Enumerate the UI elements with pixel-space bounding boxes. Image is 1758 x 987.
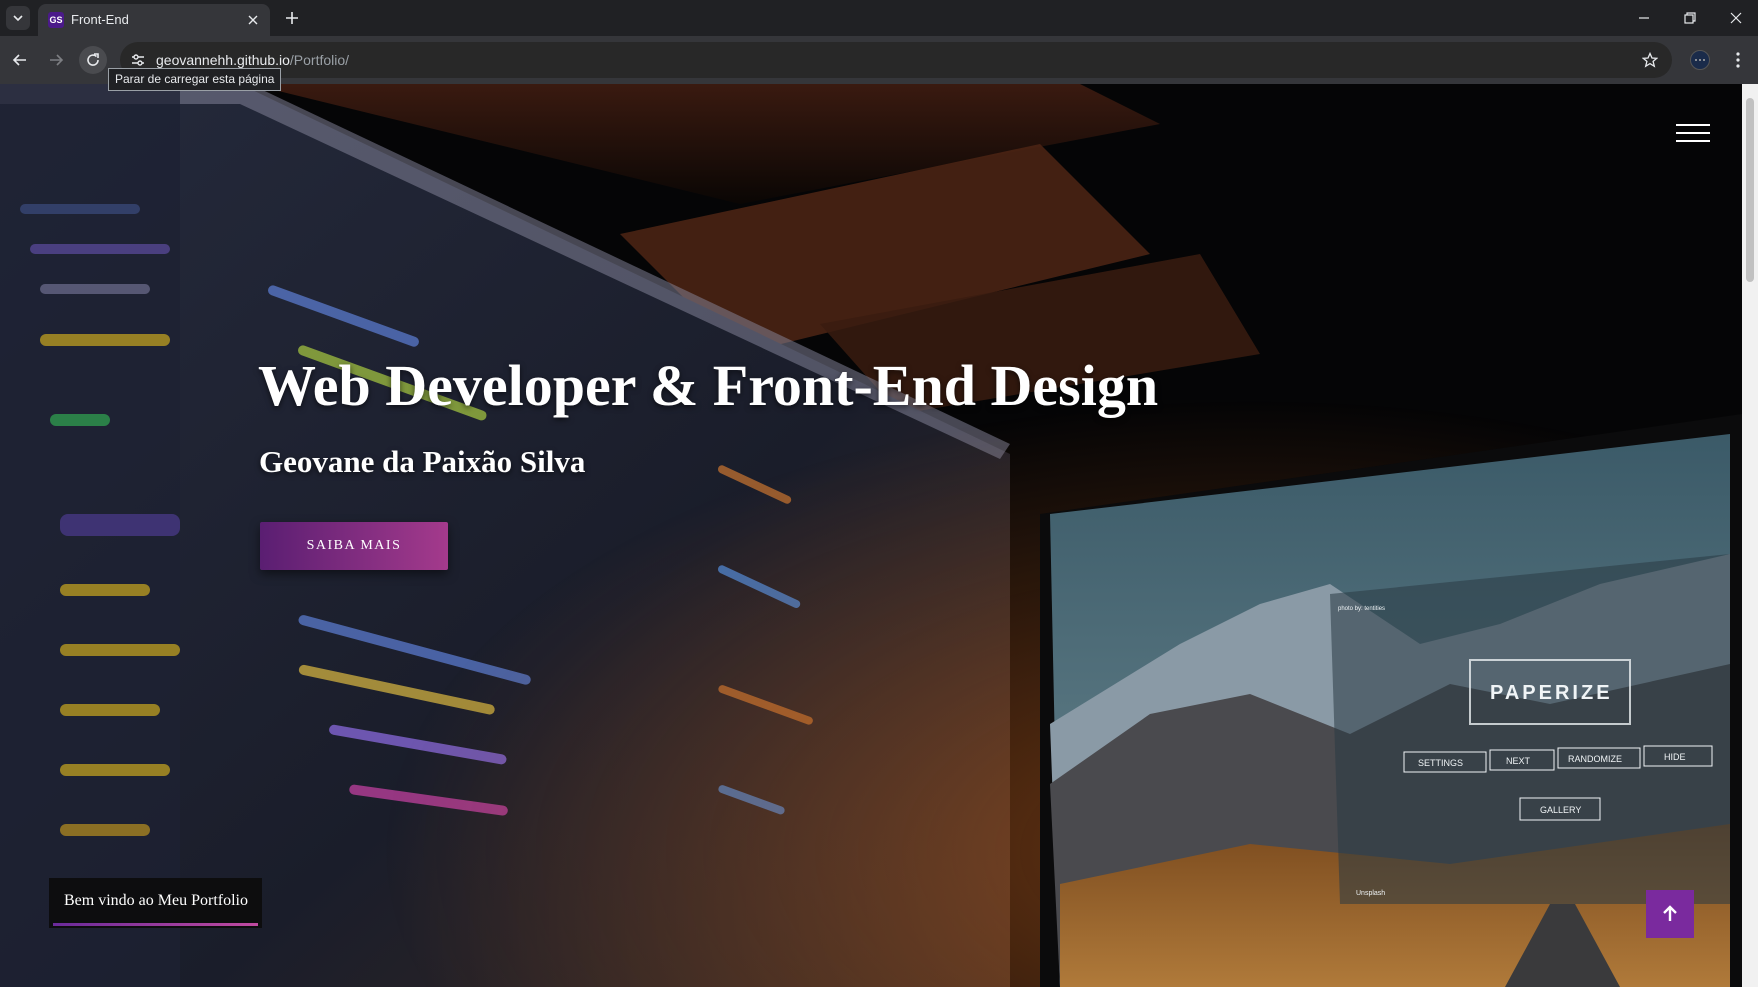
browser-menu-button[interactable]: [1726, 48, 1750, 72]
minimize-button[interactable]: [1622, 0, 1666, 36]
hamburger-line: [1676, 124, 1710, 126]
url-host: geovannehh.github.io: [156, 52, 290, 68]
scrollbar-thumb[interactable]: [1746, 98, 1754, 282]
hamburger-line: [1676, 132, 1710, 134]
minimize-icon: [1639, 17, 1649, 19]
ellipsis-icon: [1695, 59, 1705, 61]
chevron-down-icon: [13, 15, 23, 22]
reload-tooltip: Parar de carregar esta página: [108, 68, 282, 91]
hamburger-line: [1676, 140, 1710, 142]
star-icon: [1642, 52, 1658, 68]
page-scrollbar[interactable]: [1742, 84, 1758, 987]
reload-icon: [87, 53, 99, 66]
arrow-up-icon: [1663, 905, 1677, 921]
new-tab-button[interactable]: [280, 6, 304, 30]
arrow-left-icon: [12, 54, 26, 66]
hero-subtitle: Geovane da Paixão Silva: [259, 444, 586, 479]
welcome-banner: Bem vindo ao Meu Portfolio: [49, 878, 262, 928]
welcome-underline: [53, 923, 258, 926]
tab-title: Front-End: [71, 12, 129, 27]
site-favicon: GS: [48, 12, 64, 28]
bg-gallery-text: GALLERY: [1540, 805, 1581, 815]
url-text: geovannehh.github.io/Portfolio/: [156, 52, 349, 68]
address-bar[interactable]: geovannehh.github.io/Portfolio/: [120, 42, 1672, 78]
tab-search-button[interactable]: [6, 6, 30, 30]
tab-close-button[interactable]: [244, 11, 262, 29]
bg-unsplash-text: Unsplash: [1356, 890, 1385, 897]
arrow-right-icon: [50, 54, 64, 66]
browser-tab-bar: GS Front-End: [0, 0, 1758, 36]
bg-brand-text: PAPERIZE: [1490, 682, 1613, 704]
site-info-button[interactable]: [128, 50, 148, 70]
url-path: /Portfolio/: [289, 52, 350, 68]
bg-hide-text: HIDE: [1664, 752, 1686, 762]
saiba-mais-button[interactable]: SAIBA MAIS: [260, 522, 448, 570]
profile-avatar[interactable]: [1690, 50, 1710, 70]
hero-section: PAPERIZE SETTINGS NEXT RANDOMIZE HIDE GA…: [0, 84, 1742, 987]
bookmark-button[interactable]: [1640, 50, 1660, 70]
close-icon: [1730, 12, 1742, 24]
browser-tab-active[interactable]: GS Front-End: [38, 4, 270, 36]
bg-randomize-text: RANDOMIZE: [1568, 754, 1622, 764]
tune-icon: [132, 54, 144, 66]
plus-icon: [286, 12, 298, 24]
bg-next-text: NEXT: [1506, 756, 1531, 766]
hero-title: Web Developer & Front-End Design: [258, 353, 1159, 418]
kebab-menu-icon: [1736, 52, 1740, 68]
bg-settings-text: SETTINGS: [1418, 758, 1463, 768]
hamburger-menu-button[interactable]: [1676, 124, 1710, 148]
close-icon: [248, 15, 258, 25]
window-close-button[interactable]: [1714, 0, 1758, 36]
restore-button[interactable]: [1668, 0, 1712, 36]
reload-button[interactable]: [79, 46, 107, 74]
back-to-top-button[interactable]: [1646, 890, 1694, 938]
welcome-text: Bem vindo ao Meu Portfolio: [64, 892, 248, 909]
restore-icon: [1684, 12, 1696, 24]
forward-button[interactable]: [42, 46, 70, 74]
bg-photo-credit-text: photo by: tentities: [1338, 606, 1385, 612]
back-button[interactable]: [6, 46, 34, 74]
